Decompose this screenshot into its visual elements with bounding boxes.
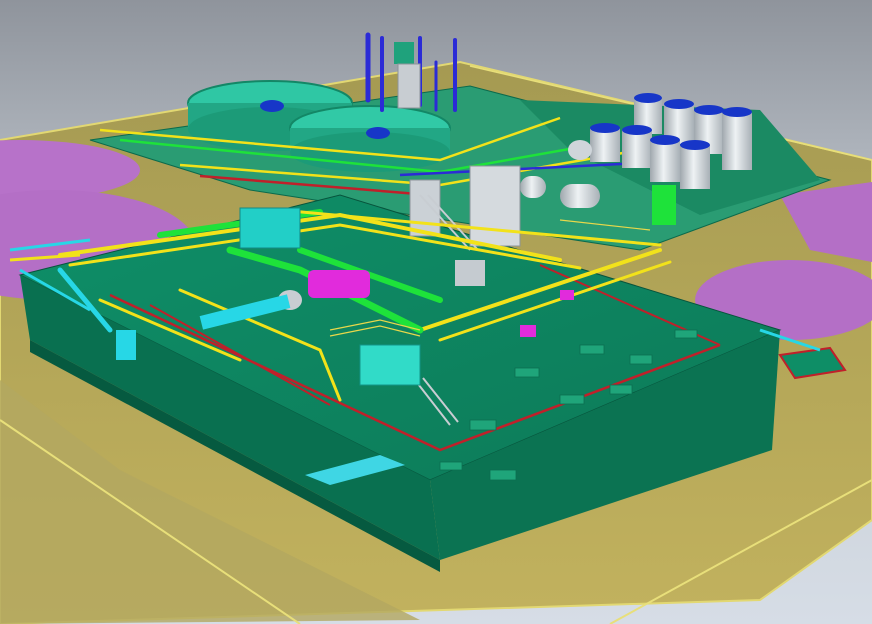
storage-tank[interactable] (722, 107, 752, 170)
magenta-panel (560, 290, 574, 300)
tank-farm-green-module (652, 185, 676, 225)
storage-tank[interactable] (650, 135, 680, 182)
cyan-tank[interactable] (116, 330, 136, 360)
storage-tank[interactable] (590, 123, 620, 162)
magenta-panel (520, 325, 536, 337)
cyan-equipment-skid[interactable] (359, 344, 421, 386)
magenta-pump[interactable] (308, 270, 370, 298)
storage-tank[interactable] (680, 140, 710, 189)
storage-tank[interactable] (622, 125, 652, 168)
cyan-equipment-skid[interactable] (239, 207, 301, 249)
3d-model-viewport[interactable] (0, 0, 872, 624)
plant-3d-scene[interactable] (0, 0, 872, 624)
